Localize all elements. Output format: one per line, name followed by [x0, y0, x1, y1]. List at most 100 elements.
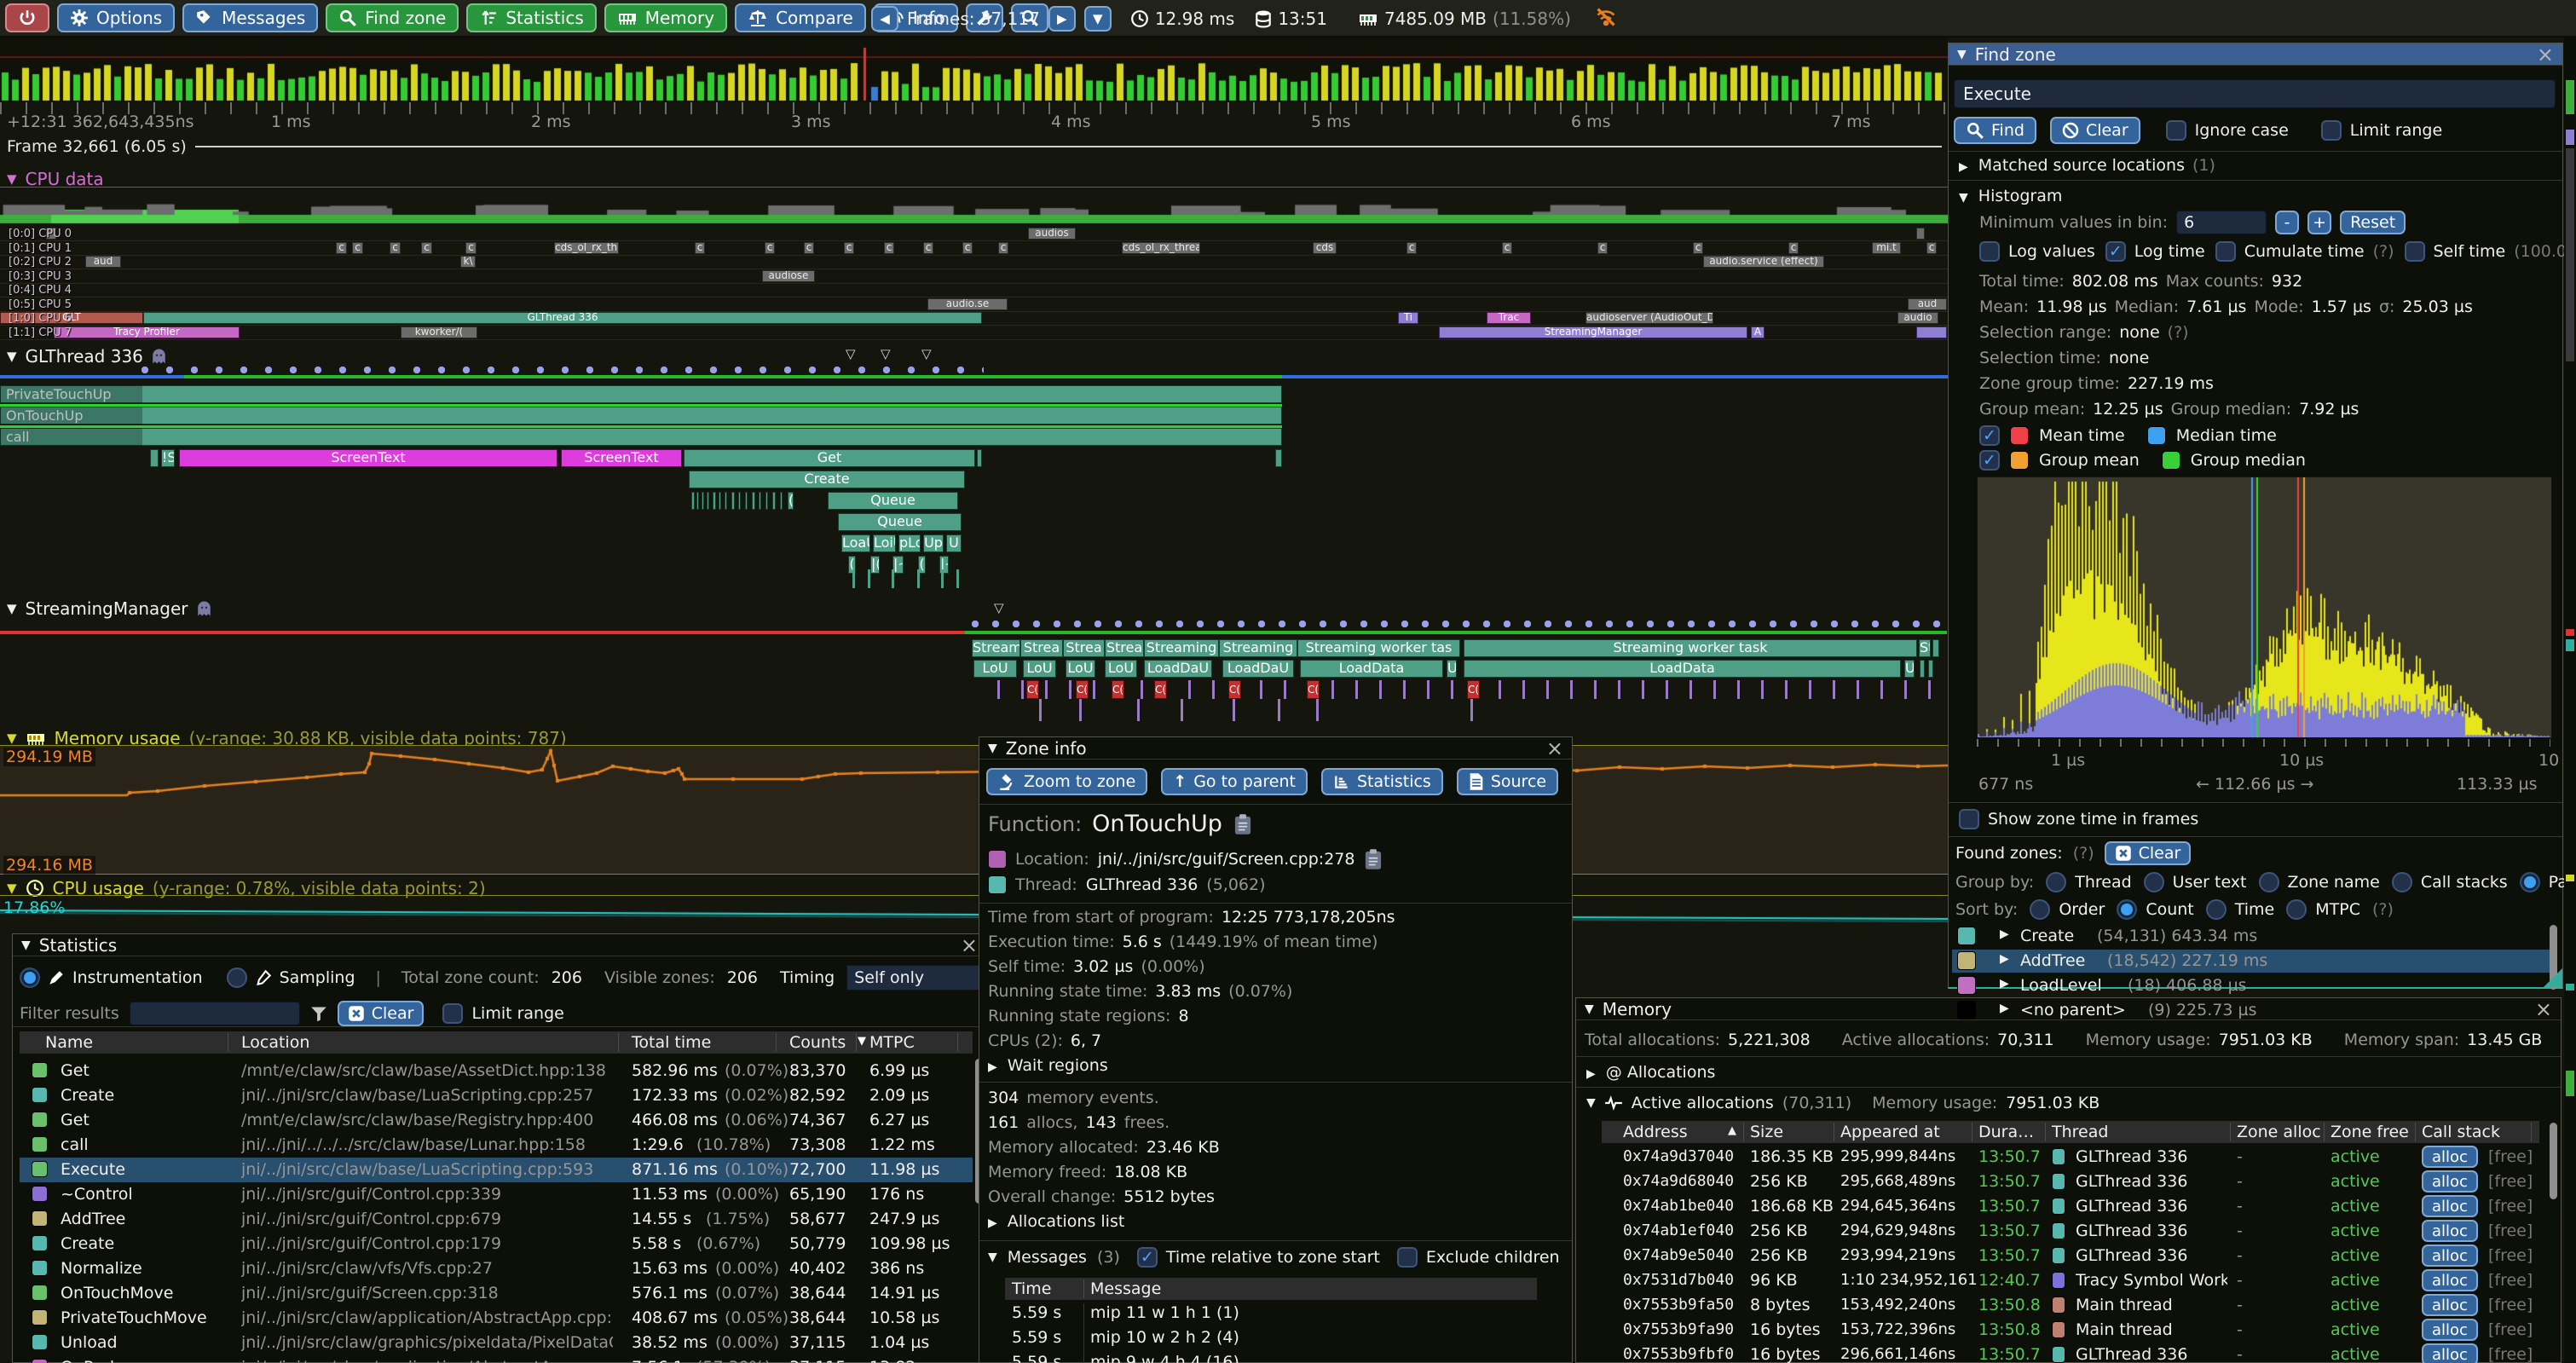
streaming-zone[interactable]: LoU [973, 660, 1017, 678]
cpu-zone[interactable]: c [804, 242, 814, 254]
glthread-zone[interactable] [772, 492, 776, 510]
streaming-zone[interactable]: U [1447, 660, 1457, 678]
cpu-zone[interactable]: Trac [1487, 312, 1531, 324]
glthread-zone[interactable]: |( [870, 556, 880, 574]
cpu-zone[interactable]: audioserver (AudioOut_D) [1585, 312, 1713, 324]
found-zone-row[interactable]: ▶AddTree(18,542) 227.19 ms [1952, 950, 2554, 973]
glthread-zone[interactable] [707, 492, 709, 510]
memory-table-row[interactable]: 0x7531d7b04096 KB1:10 234,952,16112:40.7… [1602, 1268, 2539, 1293]
stats-table-row[interactable]: Get/mnt/e/claw/src/claw/base/Registry.hp… [20, 1108, 973, 1133]
zone-info-button-go-to-parent[interactable]: ↑Go to parent [1161, 768, 1308, 795]
streaming-zone[interactable]: Strea [1105, 639, 1144, 657]
cumulate-time-checkbox[interactable]: Cumulate time(?) [2215, 241, 2394, 262]
streaming-zone[interactable]: LoU [1023, 660, 1056, 678]
panel-resize-handle[interactable] [2544, 968, 2562, 987]
glthread-zone[interactable] [738, 492, 741, 510]
streaming-zone[interactable]: LoU [1105, 660, 1137, 678]
group-by-call-stacks[interactable]: Call stacks [2392, 872, 2508, 892]
glthread-zone[interactable]: LoiU [873, 534, 896, 552]
stats-table-row[interactable]: Createjni/../jni/src/guif/Control.cpp:17… [20, 1232, 973, 1256]
glthread-zone[interactable]: Up [923, 534, 944, 552]
streaming-zone[interactable]: LoadDaU [1222, 660, 1294, 678]
filter-clear-button[interactable]: Clear [338, 1001, 425, 1026]
cpu-usage-ribbon[interactable] [0, 203, 1948, 225]
glthread-section-header[interactable]: ▼GLThread 336 [7, 346, 166, 367]
found-zone-row[interactable]: ▶LoadLevel(18) 406.88 µs [1952, 974, 2554, 997]
cpu-zone[interactable]: aud [85, 256, 121, 268]
streaming-red-chip[interactable]: C( [1076, 680, 1089, 699]
frame-time-graph[interactable] [0, 38, 1948, 102]
glthread-zone[interactable]: LoaU [841, 534, 870, 552]
alloc-callstack-button[interactable]: alloc [2422, 1195, 2478, 1217]
glthread-zone[interactable]: U [946, 534, 962, 552]
zone-info-button-statistics[interactable]: Statistics [1321, 768, 1443, 795]
plus-button[interactable]: + [2307, 211, 2331, 234]
streaming-red-chip[interactable]: C( [1026, 680, 1039, 699]
streaming-zone[interactable]: Stream [972, 639, 1020, 657]
glthread-zone[interactable] [759, 492, 761, 510]
memory-table-row[interactable]: 0x74ab9e5040256 KB293,994,219ns13:50.7GL… [1602, 1244, 2539, 1268]
stats-table-row[interactable]: PrivateTouchMovejni/../jni/src/claw/appl… [20, 1306, 973, 1331]
cpu-zone[interactable]: audio [1897, 312, 1938, 324]
limit-range-checkbox[interactable]: Limit range [2321, 120, 2442, 141]
stats-table-row[interactable]: Executejni/../jni/src/claw/base/LuaScrip… [20, 1158, 973, 1182]
stats-table-row[interactable]: OnRedrawjni/../jni/src/claw/application/… [20, 1355, 973, 1363]
find-zone-button[interactable]: Find zone [326, 3, 459, 32]
memory-table-row[interactable]: 0x74ab1ef040256 KB294,629,948ns13:50.7GL… [1602, 1219, 2539, 1244]
streaming-zone[interactable]: LoU [1066, 660, 1095, 678]
stats-table-row[interactable]: OnTouchMovejni/../jni/src/guif/Screen.cp… [20, 1281, 973, 1306]
glthread-zone[interactable] [719, 492, 721, 510]
zone-info-header[interactable]: ▼Zone info× [979, 737, 1572, 759]
sort-by-mtpc[interactable]: MTPC [2286, 899, 2360, 920]
statistics-panel-header[interactable]: ▼Statistics× [13, 934, 986, 956]
sampling-radio[interactable]: Sampling [227, 967, 355, 988]
cpu-zone[interactable]: cds_ol_rx_threa [1122, 242, 1200, 254]
streaming-zone[interactable]: U [1904, 660, 1915, 678]
alloc-callstack-button[interactable]: alloc [2422, 1146, 2478, 1168]
message-row[interactable]: 5.59 smip 11 w 1 h 1 (1) [1005, 1303, 1537, 1328]
self-time-checkbox[interactable]: Self time(100.00%) [2405, 241, 2576, 262]
streaming-zone[interactable]: LoadData [1300, 660, 1443, 678]
glthread-zone[interactable] [1275, 449, 1282, 467]
cpu-zone[interactable]: c [923, 242, 933, 254]
find-zone-header[interactable]: ▼Find zone× [1949, 43, 2562, 66]
allocations-list-row[interactable]: ▶Allocations list [988, 1212, 1132, 1231]
cpu-zone[interactable]: c [1788, 242, 1799, 254]
streaming-zone[interactable]: Streaming worker task [1464, 639, 1917, 657]
frame-marker[interactable]: ▽ [994, 600, 1004, 615]
cpu-zone[interactable]: c [962, 242, 973, 254]
message-row[interactable]: 5.59 smip 10 w 2 h 2 (4) [1005, 1328, 1537, 1353]
histogram-ruler[interactable] [1977, 739, 2550, 747]
messages-button[interactable]: Messages [182, 3, 318, 32]
power-button[interactable] [5, 3, 49, 32]
glthread-zone[interactable]: Queue [838, 513, 962, 531]
glthread-zone[interactable] [752, 492, 755, 510]
cpu-zone[interactable]: c [695, 242, 705, 254]
main-scrollbar-strip[interactable] [2564, 38, 2576, 1363]
streaming-zone[interactable] [1932, 639, 1939, 657]
glthread-zone[interactable]: Get [684, 449, 975, 467]
next-frame-button[interactable]: ▶ [1048, 6, 1076, 32]
sort-by-time[interactable]: Time [2206, 899, 2275, 920]
group-by-thread[interactable]: Thread [2046, 872, 2131, 892]
glthread-zone[interactable] [731, 492, 735, 510]
sort-by-count[interactable]: Count [2117, 899, 2193, 920]
streaming-zone[interactable]: Strea [1020, 639, 1063, 657]
wait-regions-row[interactable]: ▶Wait regions [988, 1056, 1116, 1075]
alloc-callstack-button[interactable]: alloc [2422, 1269, 2478, 1291]
cpu-zone[interactable]: c [1693, 242, 1703, 254]
memory-table-header[interactable]: AddressSizeAppeared atDura…ThreadZone al… [1602, 1121, 2539, 1143]
prev-frame-button[interactable]: ◀ [871, 6, 898, 32]
compare-button[interactable]: Compare [735, 3, 866, 32]
allocations-group-row[interactable]: ▶@ Allocations [1586, 1063, 1723, 1082]
show-zone-time-checkbox[interactable]: Show zone time in frames [1959, 809, 2198, 829]
cpu-zone[interactable]: c [336, 242, 347, 254]
stats-table-row[interactable]: ~Controljni/../jni/src/guif/Control.cpp:… [20, 1182, 973, 1207]
streaming-red-chip[interactable]: C( [1467, 680, 1480, 699]
glthread-zone[interactable] [696, 492, 699, 510]
exclude-children-checkbox[interactable]: Exclude children [1397, 1247, 1560, 1268]
cpu-zone[interactable]: mi.t [1872, 242, 1901, 254]
cpu-zone[interactable]: aud [1908, 298, 1947, 310]
glthread-zone[interactable]: ScreenText [179, 449, 557, 467]
stats-table-row[interactable]: AddTreejni/../jni/src/guif/Control.cpp:6… [20, 1207, 973, 1232]
